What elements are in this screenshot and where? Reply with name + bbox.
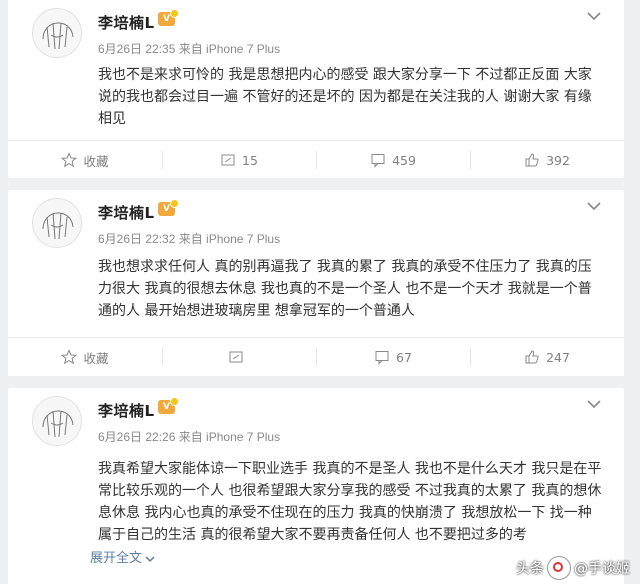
post-meta: 6月26日 22:32 来自 iPhone 7 Plus [98,232,281,246]
watermark-logo-icon [547,556,571,580]
thumbs-up-icon [525,153,539,167]
chevron-down-icon[interactable] [584,396,604,412]
watermark-prefix: 头条 [516,561,544,577]
action-bar: 收藏 67 247 [8,337,624,376]
repost-icon [221,154,235,166]
repost-button[interactable]: 15 [162,141,316,179]
like-button[interactable]: 247 [470,338,624,376]
post-meta: 6月26日 22:26 来自 iPhone 7 Plus [98,430,281,444]
avatar[interactable] [32,8,82,58]
post-text: 我也想求求任何人 真的别再逼我了 我真的累了 我真的承受不住压力了 我真的压力很… [98,259,592,319]
favorite-label: 收藏 [83,153,109,169]
avatar-sketch-icon [42,410,74,438]
star-icon [61,349,78,365]
watermark: 头条 @手谈姬 [516,556,630,580]
action-bar: 收藏 15 459 392 [8,140,624,179]
comment-count: 459 [392,152,416,168]
comment-icon [375,351,389,365]
watermark-name: @手谈姬 [574,561,630,577]
like-count: 247 [546,349,570,365]
thumbs-up-icon [525,350,539,364]
post-text: 我也不是来求可怜的 我是思想把内心的感受 跟大家分享一下 不过都正反面 大家说的… [98,67,592,127]
favorite-button[interactable]: 收藏 [8,338,162,376]
post-card-2: 李培楠L V 6月26日 22:32 来自 iPhone 7 Plus 我也想求… [8,190,624,376]
username[interactable]: 李培楠L [98,400,155,421]
comment-count: 67 [396,349,412,365]
vip-badge-icon: V [158,9,179,26]
comment-button[interactable]: 459 [316,141,470,179]
vip-badge-icon: V [158,397,179,414]
post-meta: 6月26日 22:35 来自 iPhone 7 Plus [98,42,281,56]
avatar[interactable] [32,198,82,248]
like-count: 392 [546,152,570,168]
username[interactable]: 李培楠L [98,12,155,33]
avatar-sketch-icon [42,22,74,50]
avatar[interactable] [32,396,82,446]
chevron-down-icon[interactable] [584,198,604,214]
comment-icon [371,154,385,168]
expand-full-text-link[interactable]: 展开全文 [90,547,155,566]
vip-badge-icon: V [158,199,179,216]
chevron-down-icon [145,555,155,562]
favorite-label: 收藏 [83,350,109,366]
repost-icon [229,351,243,363]
like-button[interactable]: 392 [470,141,624,179]
post-text: 我真希望大家能体谅一下职业选手 我真的不是圣人 我也不是什么天才 我只是在平常比… [98,461,602,543]
avatar-sketch-icon [42,212,74,240]
repost-button[interactable] [162,338,316,376]
expand-label: 展开全文 [90,551,143,566]
star-icon [61,152,78,168]
favorite-button[interactable]: 收藏 [8,141,162,179]
comment-button[interactable]: 67 [316,338,470,376]
post-card-1: 李培楠L V 6月26日 22:35 来自 iPhone 7 Plus 我也不是… [8,0,624,178]
repost-count: 15 [242,152,258,168]
chevron-down-icon[interactable] [584,8,604,24]
username[interactable]: 李培楠L [98,202,155,223]
